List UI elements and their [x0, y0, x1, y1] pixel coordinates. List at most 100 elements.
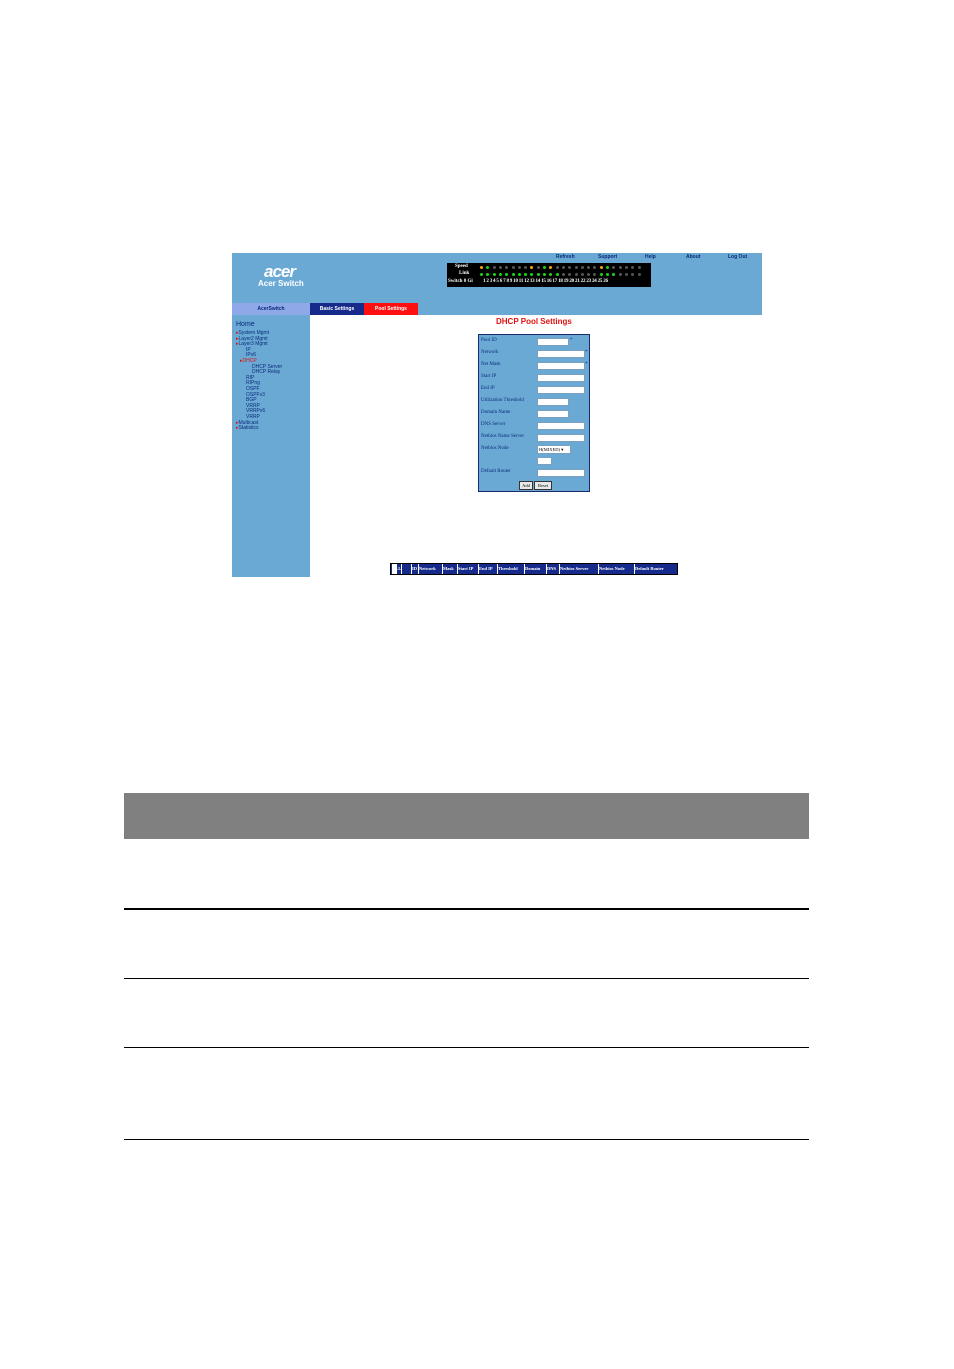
col-default-router: Default Router: [635, 566, 664, 571]
tab-pool-settings[interactable]: Pool Settings: [364, 303, 418, 315]
start-ip-label: Start IP: [481, 374, 497, 379]
domain-name-label: Domain Name: [481, 410, 511, 415]
domain-name-input[interactable]: [537, 410, 569, 418]
logout-link[interactable]: Log Out: [728, 254, 747, 260]
netbios-node-select[interactable]: H(MIXED) ▾: [537, 445, 571, 454]
dns-server-label: DNS Server: [481, 422, 506, 427]
col-network: Network: [419, 564, 443, 574]
utilization-threshold-label: Utilization Threshold: [481, 398, 524, 403]
default-router-label: Default Router: [481, 469, 511, 474]
sidebar: Home ▸System Mgmt ▸Layer2 Mgmt ▸Layer3 Mgm…: [232, 315, 310, 577]
speed-led: [606, 266, 609, 269]
speed-led: [555, 266, 559, 269]
speed-led: [568, 266, 572, 269]
link-led: [637, 273, 641, 276]
network-label: Network: [481, 350, 499, 355]
link-led: [536, 273, 540, 276]
speed-led: [524, 266, 528, 269]
net-mask-label: Net Mask: [481, 362, 501, 367]
required-mark: *: [570, 338, 573, 343]
speed-led: [549, 266, 553, 269]
sidebar-item-layer3-mgmt[interactable]: ▸Layer3 Mgmt: [236, 342, 268, 347]
link-led: [624, 273, 628, 276]
port-status-panel: Speed Link Switch 0 Gi 1 2 3 4 5 6 7 8 9…: [447, 263, 651, 287]
help-link[interactable]: Help: [645, 254, 656, 260]
col-threshold: Threshold: [498, 564, 525, 574]
speed-led: [543, 266, 546, 269]
sidebar-item-dhcp-relay[interactable]: DHCP Relay: [252, 370, 280, 375]
speed-led: [580, 266, 584, 269]
speed-led: [498, 266, 502, 269]
reset-button[interactable]: Reset: [534, 481, 552, 490]
switch-label: Switch 0 Gi: [448, 279, 473, 284]
col-netbios-node: Netbios Node: [599, 564, 635, 574]
speed-led: [492, 266, 496, 269]
link-led: [612, 273, 616, 276]
table-row: [124, 910, 809, 979]
speed-led: [530, 266, 534, 269]
netbios-node-label: Netbios Node: [481, 446, 509, 451]
link-led: [498, 273, 502, 276]
net-mask-input[interactable]: [537, 362, 585, 370]
col-dns: DNS: [547, 564, 560, 574]
netbios-name-server-label: Netbios Name Server: [481, 434, 525, 439]
tab-basic-settings[interactable]: Basic Settings: [310, 303, 364, 315]
chevron-down-icon: ▾: [561, 447, 564, 452]
default-router-input[interactable]: [537, 469, 585, 477]
speed-led: [612, 266, 616, 269]
link-led: [580, 273, 584, 276]
link-led: [606, 273, 609, 276]
link-led: [561, 273, 565, 276]
link-led: [618, 273, 622, 276]
main-content: DHCP Pool Settings Pool ID * Network * N…: [310, 315, 762, 577]
tab-bar-filler: [418, 303, 762, 315]
end-ip-input[interactable]: [537, 386, 585, 394]
about-link[interactable]: About: [686, 254, 700, 260]
top-links: Refresh Support Help About Log Out: [232, 254, 762, 262]
pool-id-input[interactable]: [537, 338, 569, 346]
link-led: [486, 273, 490, 276]
netbios-name-server-input[interactable]: [537, 434, 585, 442]
table-row: [124, 1048, 809, 1140]
link-led: [599, 273, 603, 276]
netbios-node-value: H(MIXED): [539, 447, 560, 452]
link-led: [543, 273, 546, 276]
col-mask: Mask: [443, 564, 458, 574]
start-ip-input[interactable]: [537, 374, 585, 382]
link-led: [587, 273, 591, 276]
col-domain: Domain: [525, 564, 547, 574]
screenshot-panel: acer Acer Switch Refresh Support Help Ab…: [232, 253, 762, 577]
col-netbios-server: Netbios Server: [560, 564, 599, 574]
pool-list-header: ALL ID Network Mask Start IP End IP Thre…: [390, 563, 678, 575]
dns-server-input[interactable]: [537, 422, 585, 430]
page-title: DHCP Pool Settings: [496, 317, 572, 326]
col-all: ALL: [392, 564, 412, 574]
link-led: [505, 273, 509, 276]
speed-led: [599, 266, 603, 269]
link-led: [517, 273, 521, 276]
link-led: [511, 273, 515, 276]
sidebar-home[interactable]: Home: [236, 321, 255, 328]
tab-bar: AcerSwitch Basic Settings Pool Settings: [232, 303, 762, 315]
speed-led: [517, 266, 521, 269]
speed-label: Speed: [455, 264, 468, 269]
refresh-link[interactable]: Refresh: [556, 254, 575, 260]
speed-led: [480, 266, 483, 269]
port-numbers: 1 2 3 4 5 6 7 8 9 10 11 12 13 14 15 16 1…: [483, 279, 608, 284]
speed-led: [618, 266, 622, 269]
utilization-threshold-input[interactable]: [537, 398, 569, 406]
required-mark: *: [585, 362, 588, 367]
table-row: [124, 839, 809, 910]
link-led: [568, 273, 572, 276]
tab-acerswitch[interactable]: AcerSwitch: [232, 303, 310, 315]
link-led: [555, 273, 559, 276]
add-button[interactable]: Add: [519, 481, 533, 490]
link-led: [593, 273, 597, 276]
sidebar-item-statistics[interactable]: ▸Statistics: [236, 426, 259, 431]
network-input[interactable]: [537, 350, 585, 358]
link-led: [549, 273, 553, 276]
support-link[interactable]: Support: [598, 254, 617, 260]
col-all-label: ALL: [392, 564, 403, 574]
netbios-node-extra-input[interactable]: [537, 457, 552, 465]
link-led: [524, 273, 528, 276]
